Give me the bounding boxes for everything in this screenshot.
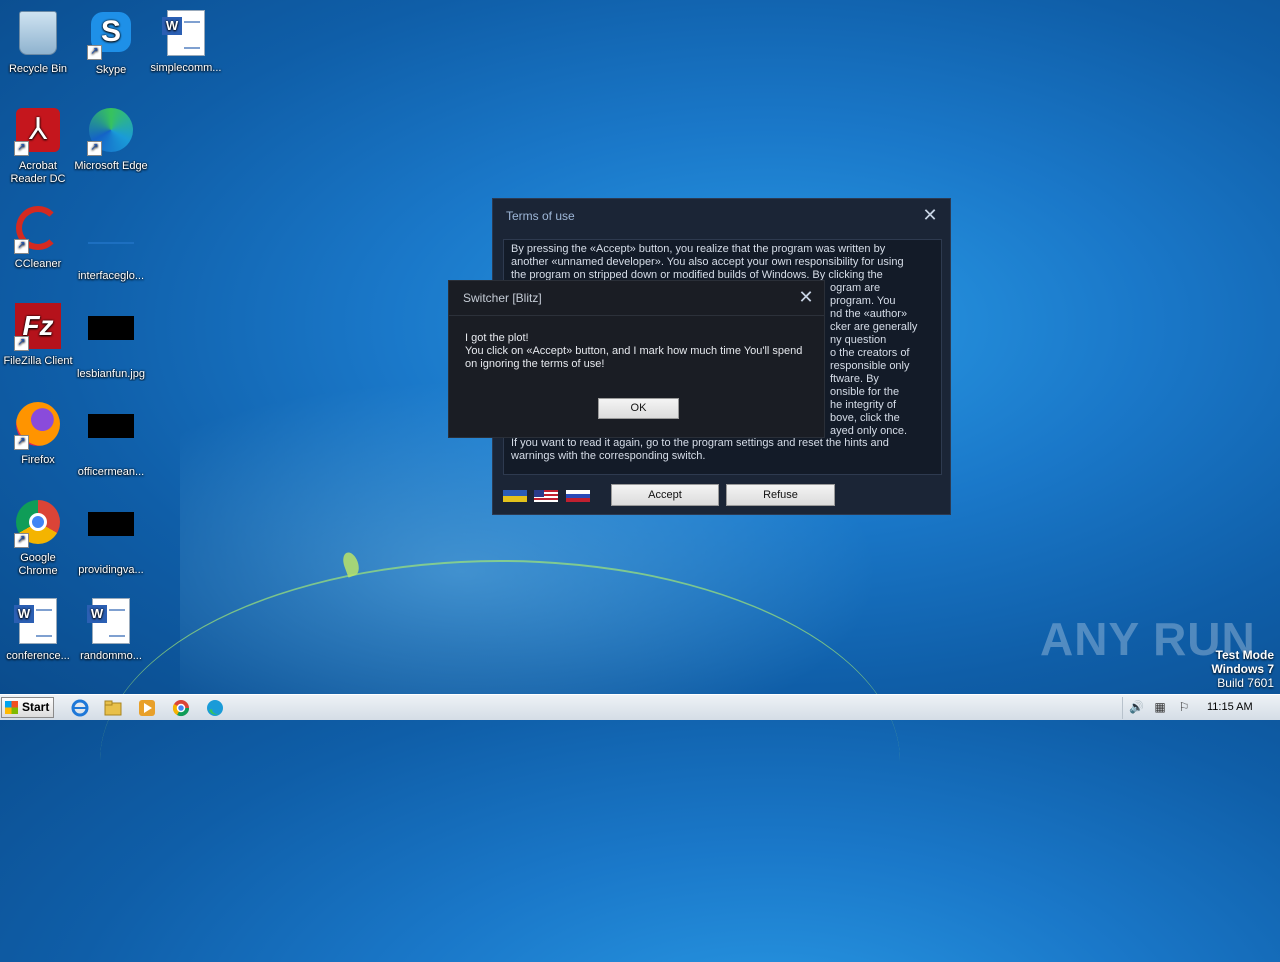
icon-label: CCleaner [14,258,62,270]
desktop-icon-recycle-bin[interactable]: Recycle Bin [0,8,76,76]
system-tray: 🔊 ▦ ⚐ 11:15 AM [1122,697,1280,719]
start-label: Start [22,700,50,714]
terms-partial-lines: ogram are program. You nd the «author» c… [830,282,934,438]
terms-text-bottom: If you want to read it again, go to the … [511,437,889,462]
file-thumbnail-icon [88,512,134,536]
desktop-icon-providingva[interactable]: providingva... [73,498,149,577]
message-line-2: You click on «Accept» button, and I mark… [465,345,803,370]
wallpaper-curve [100,560,900,962]
ukraine-flag-icon[interactable] [503,489,527,502]
chrome-taskbar-icon[interactable] [172,699,190,717]
shortcut-arrow-icon: ↗ [87,141,102,156]
internet-explorer-icon[interactable] [71,699,89,717]
desktop-icon-lesbianfun[interactable]: lesbianfun.jpg [73,302,149,381]
recycle-bin-icon [19,11,57,55]
desktop-icon-acrobat[interactable]: ⅄ ↗ Acrobat Reader DC [0,106,76,186]
partial-line: ny question [830,334,887,346]
file-thumbnail-icon [88,414,134,438]
icon-label: lesbianfun.jpg [77,368,145,380]
icon-label: Skype [95,64,127,76]
partial-line: ogram are [830,282,881,294]
icon-label: conference... [6,650,70,662]
icon-label: Recycle Bin [8,63,68,75]
desktop-icon-conference[interactable]: W conference... [0,596,76,663]
close-icon[interactable]: ✕ [921,206,939,224]
icon-label: Acrobat Reader DC [10,160,66,185]
shortcut-arrow-icon: ↗ [14,435,29,450]
word-document-icon: W [14,598,57,644]
speaker-icon[interactable]: 🔊 [1129,700,1144,714]
taskbar: Start 🔊 ▦ ⚐ 11:15 AM [0,694,1280,720]
dialog-title: Switcher [Blitz] [463,291,542,305]
shortcut-arrow-icon: ↗ [14,336,29,351]
desktop-icon-skype[interactable]: S ↗ Skype [73,8,149,77]
wallpaper-leaf [340,550,362,578]
icon-label: randommo... [80,650,142,662]
icon-label: officermean... [77,466,145,478]
network-icon[interactable]: ▦ [1153,700,1167,714]
desktop-icon-officermean[interactable]: officermean... [73,400,149,479]
desktop-icon-edge[interactable]: ↗ Microsoft Edge [73,106,149,173]
icon-label: Google Chrome [18,552,58,577]
word-document-icon: W [87,598,130,644]
language-flags [503,487,593,505]
shortcut-arrow-icon: ↗ [14,239,29,254]
desktop-icon-simplecomm[interactable]: W simplecomm... [148,8,224,75]
edge-taskbar-icon[interactable] [206,699,224,717]
usa-flag-icon[interactable] [534,489,559,502]
windows-logo-icon [5,701,18,714]
partial-line: program. You [830,295,896,307]
partial-line: he integrity of [830,399,897,411]
shortcut-arrow-icon: ↗ [87,45,102,60]
partial-line: o the creators of [830,347,910,359]
shortcut-arrow-icon: ↗ [14,533,29,548]
icon-label: simplecomm... [150,62,222,74]
word-document-icon: W [162,10,205,56]
desktop-icon-filezilla[interactable]: Fz ↗ FileZilla Client [0,302,76,368]
message-line-1: I got the plot! [465,332,529,344]
start-button[interactable]: Start [1,697,54,718]
desktop-icon-firefox[interactable]: ↗ Firefox [0,400,76,467]
dialog-header: Switcher [Blitz] ✕ [449,281,824,316]
build-text: Build 7601 [1217,676,1274,690]
icon-label: providingva... [78,564,144,576]
icon-label: FileZilla Client [3,355,73,367]
partial-line: responsible only [830,360,910,372]
icon-label: interfaceglo... [77,270,145,282]
window-title: Terms of use [506,209,575,223]
test-mode-label: Test Mode Windows 7 Build 7601 [1211,648,1274,690]
flag-icon[interactable]: ⚐ [1177,700,1191,714]
test-mode-text: Test Mode [1215,648,1274,662]
partial-line: nd the «author» [830,308,908,320]
file-thumbnail-icon [88,218,134,244]
image-thumbnail-icon [88,316,134,340]
media-player-icon[interactable] [138,699,156,717]
partial-line: onsible for the [830,386,900,398]
desktop-icon-randommo[interactable]: W randommo... [73,596,149,663]
dialog-message: I got the plot! You click on «Accept» bu… [465,332,812,371]
terms-text-top: By pressing the «Accept» button, you rea… [511,243,904,281]
partial-line: cker are generally [830,321,918,333]
russia-flag-icon[interactable] [565,489,590,502]
file-explorer-icon[interactable] [104,699,122,717]
partial-line: ftware. By [830,373,879,385]
shortcut-arrow-icon: ↗ [14,141,29,156]
refuse-button[interactable]: Refuse [726,484,835,506]
os-name-text: Windows 7 [1211,662,1274,676]
switcher-dialog: Switcher [Blitz] ✕ I got the plot! You c… [448,280,825,438]
partial-line: bove, click the [830,412,900,424]
ok-button[interactable]: OK [598,398,679,419]
accept-button[interactable]: Accept [611,484,719,506]
close-icon[interactable]: ✕ [797,288,815,306]
desktop-icon-chrome[interactable]: ↗ Google Chrome [0,498,76,578]
clock[interactable]: 11:15 AM [1207,701,1253,713]
icon-label: Microsoft Edge [74,160,148,172]
desktop-icon-interfaceglo[interactable]: interfaceglo... [73,204,149,283]
icon-label: Firefox [21,454,55,466]
desktop-icon-ccleaner[interactable]: ↗ CCleaner [0,204,76,271]
